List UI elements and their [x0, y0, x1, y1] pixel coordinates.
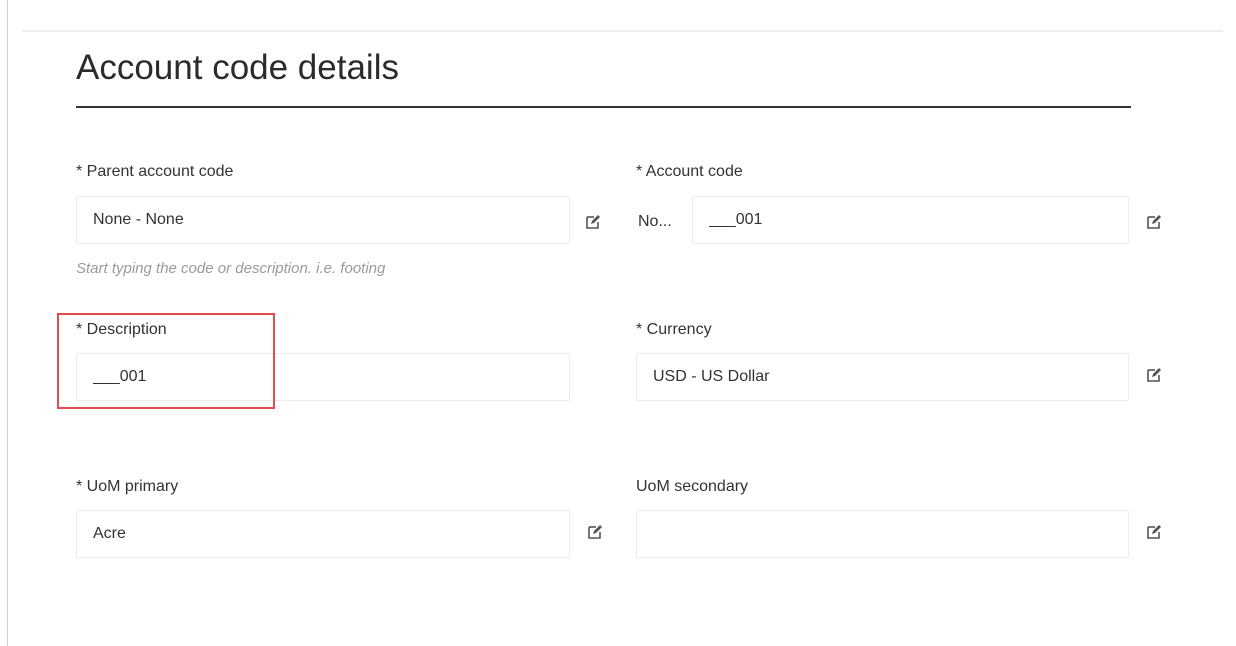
page-title: Account code details	[76, 48, 399, 87]
page-top-border	[22, 30, 1223, 32]
parent-account-code-input[interactable]	[76, 196, 570, 244]
account-code-edit-button[interactable]	[1143, 213, 1165, 235]
uom-secondary-edit-button[interactable]	[1143, 523, 1165, 545]
parent-account-code-edit-button[interactable]	[582, 213, 604, 235]
account-code-label: * Account code	[636, 163, 743, 180]
account-code-input[interactable]	[692, 196, 1129, 244]
parent-account-code-label: * Parent account code	[76, 163, 234, 180]
uom-primary-label: * UoM primary	[76, 478, 179, 495]
edit-icon	[587, 524, 603, 545]
title-divider	[76, 106, 1131, 108]
description-label: * Description	[76, 321, 167, 338]
page-left-border	[7, 0, 8, 646]
parent-account-code-hint: Start typing the code or description. i.…	[76, 260, 386, 277]
edit-icon	[585, 214, 601, 235]
currency-input[interactable]	[636, 353, 1129, 401]
currency-label: * Currency	[636, 321, 712, 338]
description-input[interactable]	[76, 353, 570, 401]
edit-icon	[1146, 367, 1162, 388]
currency-edit-button[interactable]	[1143, 366, 1165, 388]
uom-primary-input[interactable]	[76, 510, 570, 558]
uom-secondary-input[interactable]	[636, 510, 1129, 558]
account-code-prefix: No...	[638, 213, 672, 230]
uom-primary-edit-button[interactable]	[584, 523, 606, 545]
uom-secondary-label: UoM secondary	[636, 478, 749, 495]
edit-icon	[1146, 214, 1162, 235]
edit-icon	[1146, 524, 1162, 545]
